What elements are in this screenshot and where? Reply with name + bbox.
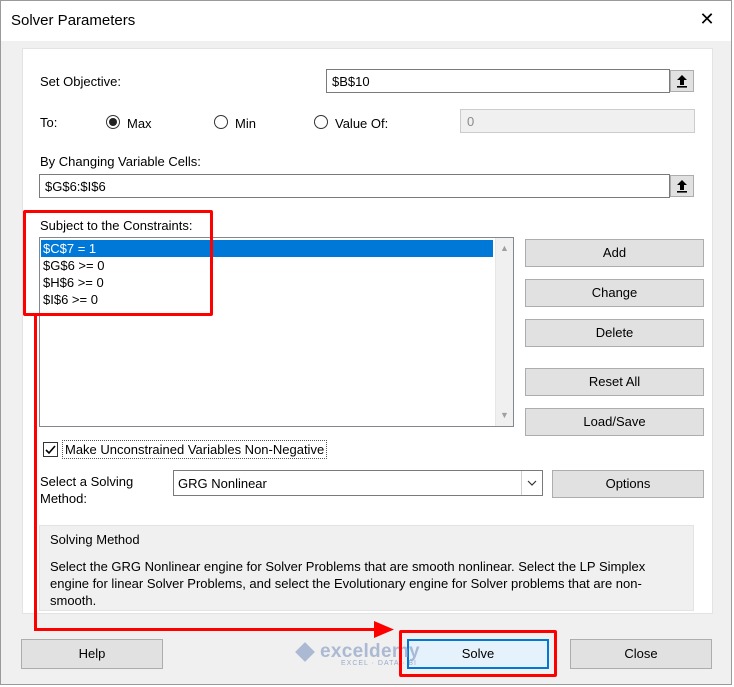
to-label: To: xyxy=(40,115,58,130)
solving-method-label-line1: Select a Solving xyxy=(40,474,134,489)
annotation-box-solve xyxy=(399,630,557,677)
close-icon[interactable]: ✕ xyxy=(695,9,719,30)
nonnegative-checkbox[interactable] xyxy=(43,442,58,457)
scroll-down-icon[interactable]: ▼ xyxy=(496,407,513,424)
solving-method-select[interactable]: GRG Nonlinear xyxy=(173,470,543,496)
changing-cells-input[interactable]: $G$6:$I$6 xyxy=(39,174,670,198)
checkmark-icon xyxy=(45,445,56,455)
radio-value-of[interactable] xyxy=(314,115,328,129)
constraints-scrollbar[interactable]: ▲ ▼ xyxy=(495,238,513,426)
solving-method-info: Solving Method Select the GRG Nonlinear … xyxy=(39,525,694,611)
collapse-dialog-arrow-icon xyxy=(677,75,687,88)
delete-button[interactable]: Delete xyxy=(525,319,704,347)
logo-icon xyxy=(295,642,315,662)
title-bar: Solver Parameters ✕ xyxy=(1,1,731,41)
window-title: Solver Parameters xyxy=(11,12,136,29)
help-button[interactable]: Help xyxy=(21,639,163,669)
set-objective-label: Set Objective: xyxy=(40,74,121,89)
radio-value-of-label: Value Of: xyxy=(335,116,389,131)
changing-cells-range-button[interactable] xyxy=(670,175,694,197)
set-objective-input[interactable]: $B$10 xyxy=(326,69,670,93)
info-text: Select the GRG Nonlinear engine for Solv… xyxy=(50,559,646,608)
radio-min[interactable] xyxy=(214,115,228,129)
add-button[interactable]: Add xyxy=(525,239,704,267)
reset-all-button[interactable]: Reset All xyxy=(525,368,704,396)
annotation-line-horizontal xyxy=(34,628,384,631)
annotation-arrowhead-icon xyxy=(374,621,394,638)
nonnegative-label[interactable]: Make Unconstrained Variables Non-Negativ… xyxy=(62,440,328,459)
options-button[interactable]: Options xyxy=(552,470,704,498)
close-button[interactable]: Close xyxy=(570,639,712,669)
info-title: Solving Method xyxy=(50,532,140,547)
collapse-dialog-arrow-icon xyxy=(677,180,687,193)
changing-cells-label: By Changing Variable Cells: xyxy=(40,154,201,169)
scroll-up-icon[interactable]: ▲ xyxy=(496,240,513,257)
set-objective-range-button[interactable] xyxy=(670,70,694,92)
radio-min-label: Min xyxy=(235,116,256,131)
radio-max-label: Max xyxy=(127,116,152,131)
solving-method-label-line2: Method: xyxy=(40,491,87,506)
chevron-down-icon[interactable] xyxy=(521,471,542,495)
annotation-line-vertical xyxy=(34,313,37,631)
radio-max[interactable] xyxy=(106,115,120,129)
solver-parameters-dialog: Solver Parameters ✕ Set Objective: $B$10… xyxy=(0,0,732,685)
value-of-input[interactable]: 0 xyxy=(460,109,695,133)
annotation-box-constraints xyxy=(23,210,213,316)
change-button[interactable]: Change xyxy=(525,279,704,307)
load-save-button[interactable]: Load/Save xyxy=(525,408,704,436)
